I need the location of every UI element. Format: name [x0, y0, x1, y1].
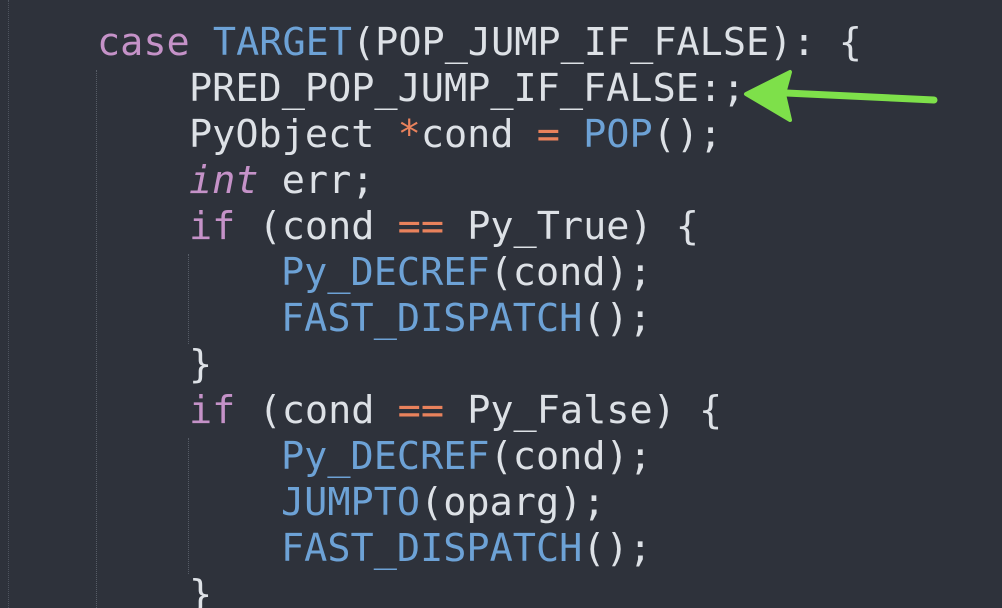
code-line-13[interactable]: } [189, 572, 212, 608]
call-args: (cond); [489, 250, 652, 295]
code-line-5[interactable]: if (cond == Py_True) { [189, 204, 699, 250]
code-line-4[interactable]: int err; [189, 158, 374, 204]
macro-pop: POP [583, 112, 653, 157]
case-colon-brace: : { [792, 20, 862, 65]
condition-lhs: (cond [258, 204, 375, 249]
macro-py-decref: Py_DECREF [281, 434, 490, 479]
macro-py-decref: Py_DECREF [281, 250, 490, 295]
equality-operator: == [397, 388, 444, 433]
equality-operator: == [397, 204, 444, 249]
code-line-1[interactable]: case TARGET(POP_JUMP_IF_FALSE): { [97, 20, 862, 66]
call-args: (cond); [489, 434, 652, 479]
code-editor[interactable]: case TARGET(POP_JUMP_IF_FALSE): { PRED_P… [0, 0, 1002, 608]
macro-fast-dispatch: FAST_DISPATCH [281, 526, 583, 571]
code-line-10[interactable]: Py_DECREF(cond); [281, 434, 652, 480]
closing-brace: } [189, 342, 213, 387]
call-parens: (); [582, 526, 652, 571]
code-line-3[interactable]: PyObject *cond = POP(); [189, 112, 722, 158]
indent-guide-level-2-second [188, 438, 189, 574]
green-arrow-icon [744, 70, 938, 122]
pointer-star: * [397, 112, 421, 157]
paren-close: ) [769, 20, 793, 65]
var-err: err; [281, 158, 375, 203]
code-line-8[interactable]: } [189, 342, 212, 388]
code-line-6[interactable]: Py_DECREF(cond); [281, 250, 652, 296]
type-pyobject: PyObject [189, 112, 375, 157]
condition-rhs: Py_True) { [467, 204, 699, 249]
call-parens: (); [652, 112, 723, 157]
editor-gutter-border [8, 0, 9, 608]
keyword-case: case [97, 20, 190, 65]
indent-guide-level-2-first [188, 254, 189, 344]
paren-open: ( [351, 20, 376, 65]
keyword-if: if [189, 388, 236, 433]
code-line-11[interactable]: JUMPTO(oparg); [281, 480, 606, 526]
code-line-7[interactable]: FAST_DISPATCH(); [281, 296, 652, 342]
indent-guide-level-1 [96, 70, 97, 608]
call-args: (oparg); [420, 480, 606, 525]
opcode-name: POP_JUMP_IF_FALSE [375, 20, 770, 65]
macro-target: TARGET [212, 20, 352, 65]
label-pred-pop-jump: PRED_POP_JUMP_IF_FALSE [189, 66, 699, 111]
condition-rhs: Py_False) { [467, 388, 723, 433]
type-int: int [189, 158, 259, 203]
condition-lhs: (cond [258, 388, 375, 433]
macro-jumpto: JUMPTO [281, 480, 421, 525]
code-line-2[interactable]: PRED_POP_JUMP_IF_FALSE:; [189, 66, 745, 112]
macro-fast-dispatch: FAST_DISPATCH [281, 296, 583, 341]
keyword-if: if [189, 204, 236, 249]
label-colon: : [698, 66, 723, 111]
var-cond: cond [420, 112, 514, 157]
assign-operator: = [536, 112, 560, 157]
code-line-9[interactable]: if (cond == Py_False) { [189, 388, 722, 434]
code-line-12[interactable]: FAST_DISPATCH(); [281, 526, 652, 572]
closing-brace: } [189, 572, 213, 608]
call-parens: (); [582, 296, 652, 341]
